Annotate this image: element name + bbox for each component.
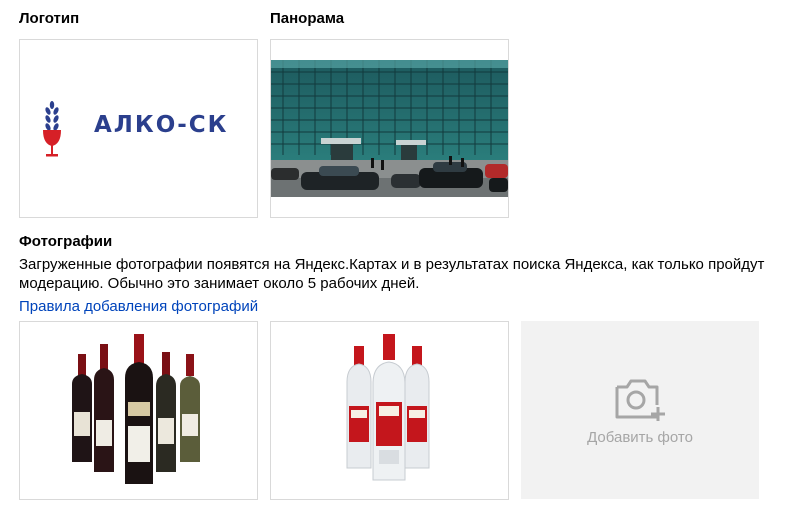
vodka-bottles-image [346,334,430,481]
logo-heading: Логотип [19,10,80,27]
panorama-heading: Панорама [270,10,345,27]
photos-description: Загруженные фотографии появятся на Яндек… [19,256,765,292]
photo-rules-link[interactable]: Правила добавления фотографий [19,297,258,316]
photo-item-wine[interactable] [19,321,258,500]
logo-card[interactable]: АЛКО-СК [19,39,258,218]
panorama-image [271,60,508,197]
camera-plus-icon [615,379,665,421]
brand-logo-text: АЛКО-СК [94,112,229,138]
add-photo-label: Добавить фото [587,429,693,446]
panorama-card[interactable] [270,39,509,218]
wine-bottles-image [72,334,200,484]
wheat-glass-icon [43,101,61,157]
photo-item-vodka[interactable] [270,321,509,500]
photos-heading: Фотографии [19,233,113,250]
add-photo-button[interactable]: Добавить фото [521,321,759,499]
